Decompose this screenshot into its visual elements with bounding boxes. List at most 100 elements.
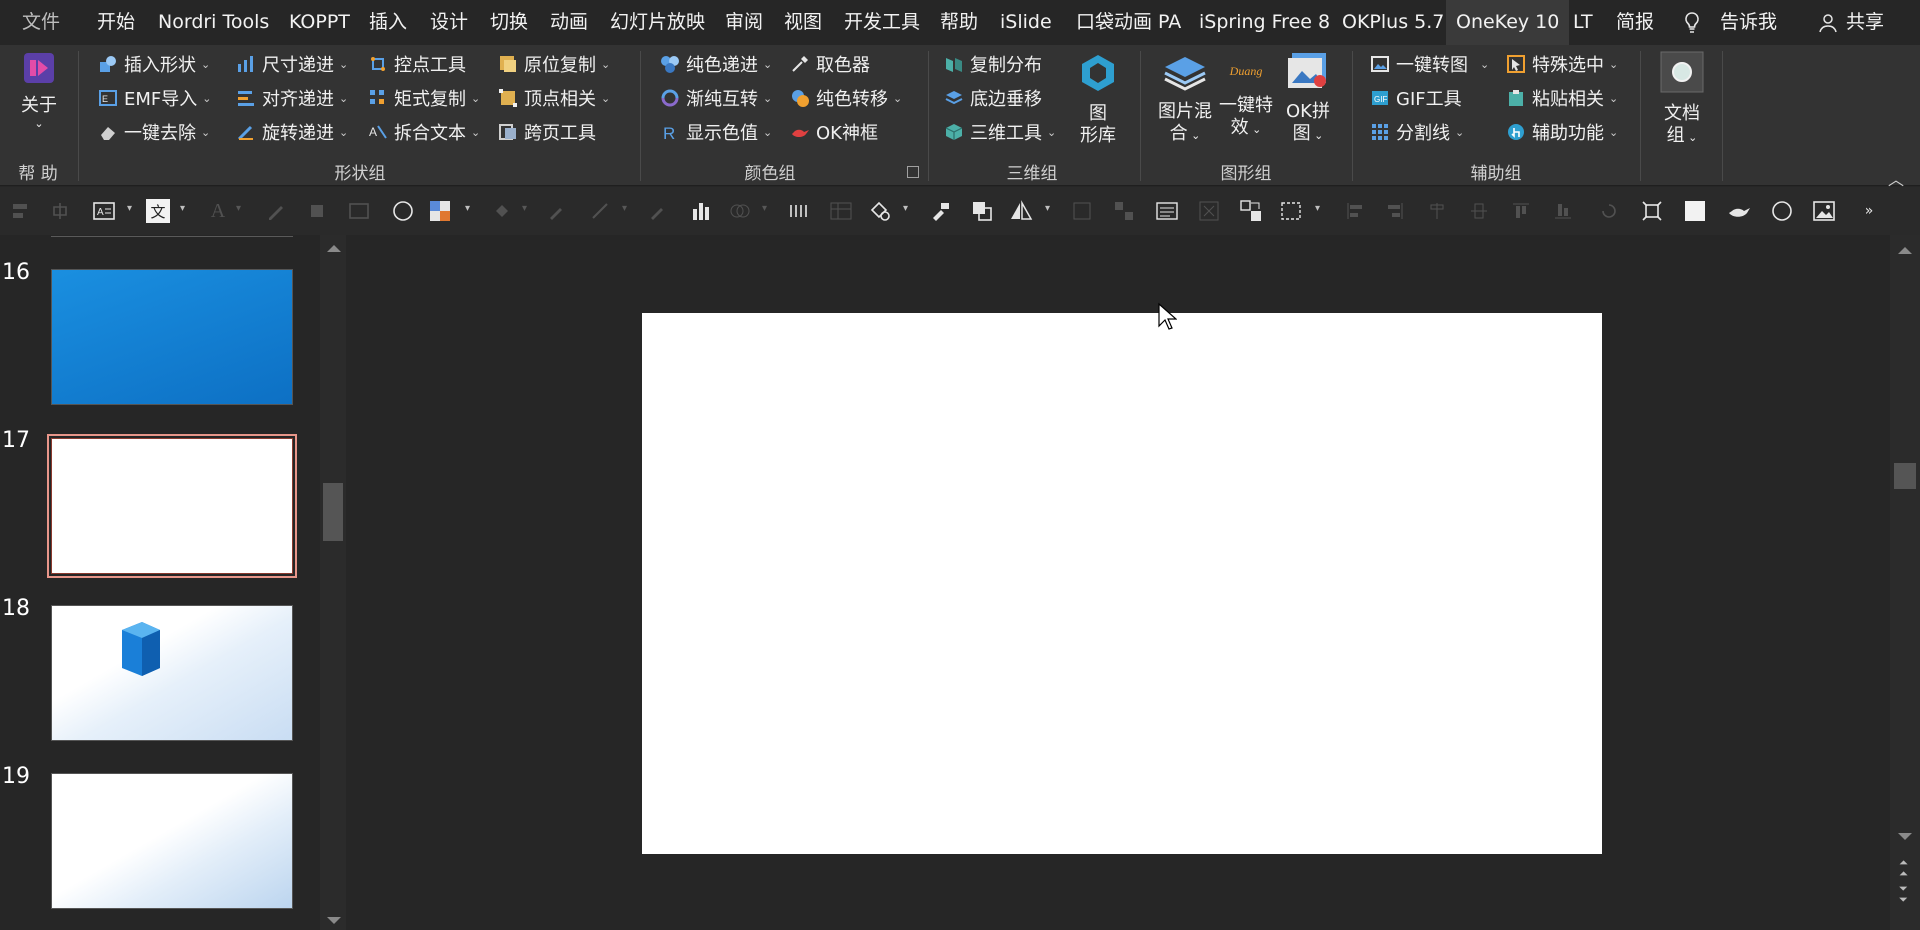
chevron-down-icon[interactable]: ▾: [236, 203, 241, 214]
picture-icon[interactable]: [1812, 199, 1836, 223]
chevron-down-icon[interactable]: ▾: [180, 203, 185, 214]
slide-thumbnail-16[interactable]: [51, 269, 293, 405]
in-place-copy-button[interactable]: 原位复制 ⌄: [498, 49, 610, 79]
gif-tool-button[interactable]: GIF GIF工具: [1370, 83, 1462, 113]
format-painter-icon[interactable]: [928, 199, 952, 223]
tell-me-button[interactable]: 告诉我: [1720, 0, 1777, 45]
align-middle-icon[interactable]: [1467, 199, 1491, 223]
align-right-icon[interactable]: [1383, 199, 1407, 223]
editor-scrollbar[interactable]: ⏶ ⏶ ⏷ ⏷: [1890, 235, 1920, 930]
solid-color-transfer-button[interactable]: 纯色转移 ⌄: [790, 83, 902, 113]
scroll-down-arrow-icon[interactable]: [1898, 833, 1912, 840]
vertex-related-button[interactable]: 顶点相关 ⌄: [498, 83, 610, 113]
ok-magic-frame-button[interactable]: OK神框: [790, 117, 878, 147]
one-key-effect-button[interactable]: Duang 一键特 效 ⌄: [1216, 51, 1276, 141]
chevron-down-icon[interactable]: ▾: [127, 203, 132, 214]
color-fill-icon[interactable]: [428, 199, 452, 223]
white-square-icon[interactable]: [1683, 199, 1707, 223]
one-key-remove-button[interactable]: 一键去除 ⌄: [98, 117, 210, 147]
chevron-down-icon[interactable]: ▾: [1315, 203, 1320, 214]
color-picker-button[interactable]: 取色器: [790, 49, 870, 79]
slide-thumbnail-17-selected[interactable]: [47, 434, 297, 578]
text-frame-icon[interactable]: [1155, 199, 1179, 223]
solid-color-step-button[interactable]: 纯色递进 ⌄: [660, 49, 772, 79]
about-button[interactable]: 关于 ⌄: [12, 51, 66, 131]
ungroup-icon[interactable]: [1112, 199, 1136, 223]
chevron-down-icon[interactable]: ▾: [522, 203, 527, 214]
tab-review[interactable]: 审阅: [725, 0, 763, 45]
color-group-dialog-launcher[interactable]: [907, 166, 919, 178]
tab-pocket-animation[interactable]: 口袋动画 PA: [1076, 0, 1181, 45]
chevron-down-icon[interactable]: ▾: [762, 203, 767, 214]
text-spacing-icon[interactable]: [787, 199, 811, 223]
slide-thumbnail-19[interactable]: [51, 773, 293, 909]
previous-slide-icon[interactable]: ⏶ ⏶: [1899, 857, 1908, 879]
slide-thumbnail-18[interactable]: [51, 605, 293, 741]
tab-slideshow[interactable]: 幻灯片放映: [610, 0, 705, 45]
cross-page-tool-button[interactable]: 跨页工具: [498, 117, 596, 147]
lightbulb-icon[interactable]: [1683, 11, 1701, 35]
matrix-copy-button[interactable]: 矩式复制 ⌄: [368, 83, 480, 113]
handle-tool-button[interactable]: 控点工具: [368, 49, 466, 79]
pen-icon[interactable]: [264, 199, 288, 223]
scroll-down-arrow-icon[interactable]: [327, 917, 341, 924]
tab-home[interactable]: 开始: [97, 0, 135, 45]
chevron-down-icon[interactable]: ▾: [465, 203, 470, 214]
group-icon[interactable]: [1070, 199, 1094, 223]
more-commands-icon[interactable]: »: [1857, 199, 1881, 223]
align-left-icon[interactable]: [1343, 199, 1367, 223]
align-icon[interactable]: [8, 199, 32, 223]
emf-import-button[interactable]: E EMF导入 ⌄: [98, 83, 211, 113]
tab-view[interactable]: 视图: [784, 0, 822, 45]
tab-lt[interactable]: LT: [1573, 0, 1593, 45]
magic-lamp-icon[interactable]: [1727, 199, 1751, 223]
circle-outline-icon[interactable]: [1770, 199, 1794, 223]
tab-islide[interactable]: iSlide: [1000, 0, 1052, 45]
line-eyedropper-icon[interactable]: [646, 199, 670, 223]
textbox-icon[interactable]: A: [92, 199, 116, 223]
flip-icon[interactable]: [1009, 199, 1033, 223]
tab-insert[interactable]: 插入: [369, 0, 407, 45]
tab-koppt[interactable]: KOPPT: [289, 0, 350, 45]
plugin-icon[interactable]: [305, 199, 329, 223]
shape-edit-icon[interactable]: [868, 199, 892, 223]
image-blend-button[interactable]: 图片混 合 ⌄: [1154, 51, 1216, 147]
copy-distribute-button[interactable]: 复制分布: [944, 49, 1042, 79]
next-slide-icon[interactable]: ⏷ ⏷: [1899, 883, 1908, 905]
chevron-down-icon[interactable]: ▾: [903, 203, 908, 214]
tab-file[interactable]: 文件: [22, 0, 60, 45]
tab-ispring[interactable]: iSpring Free 8: [1199, 0, 1330, 45]
tab-developer[interactable]: 开发工具: [844, 0, 920, 45]
scroll-up-arrow-icon[interactable]: [1898, 247, 1912, 254]
bottom-vertical-move-button[interactable]: 底边垂移: [944, 83, 1042, 113]
font-a-icon[interactable]: A: [206, 199, 230, 223]
divider-line-button[interactable]: 分割线 ⌄: [1370, 117, 1464, 147]
selection-pane-icon[interactable]: [1280, 199, 1304, 223]
delete-box-icon[interactable]: [1197, 199, 1221, 223]
scrollbar-thumb[interactable]: [323, 483, 343, 541]
tab-nordri-tools[interactable]: Nordri Tools: [158, 0, 269, 45]
chevron-down-icon[interactable]: ▾: [622, 203, 627, 214]
document-group-button[interactable]: 文档 组 ⌄: [1654, 51, 1710, 149]
special-select-button[interactable]: 特殊选中 ⌄: [1506, 49, 1618, 79]
one-key-to-image-button[interactable]: 一键转图 ⌄: [1370, 49, 1489, 79]
tab-onekey[interactable]: OneKey 10: [1446, 0, 1570, 45]
tab-design[interactable]: 设计: [430, 0, 468, 45]
rotate-icon[interactable]: [1597, 199, 1621, 223]
line-color-icon[interactable]: [588, 199, 612, 223]
bar-chart-icon[interactable]: [689, 199, 713, 223]
image-frame-icon[interactable]: [348, 199, 372, 223]
align-center-icon[interactable]: [1425, 199, 1449, 223]
eyedropper-icon[interactable]: [545, 199, 569, 223]
assist-functions-button[interactable]: 辅助功能 ⌄: [1506, 117, 1618, 147]
tab-animations[interactable]: 动画: [550, 0, 588, 45]
three-d-tools-button[interactable]: 三维工具 ⌄: [944, 117, 1056, 147]
scroll-up-arrow-icon[interactable]: [327, 245, 341, 252]
scrollbar-thumb[interactable]: [1894, 463, 1916, 489]
show-color-value-button[interactable]: R 显示色值 ⌄: [660, 117, 772, 147]
tab-okplus[interactable]: OKPlus 5.7: [1342, 0, 1444, 45]
oval-icon[interactable]: [391, 199, 415, 223]
bring-front-icon[interactable]: [970, 199, 994, 223]
picture-arrange-icon[interactable]: [1239, 199, 1263, 223]
merge-shapes-icon[interactable]: [728, 199, 752, 223]
